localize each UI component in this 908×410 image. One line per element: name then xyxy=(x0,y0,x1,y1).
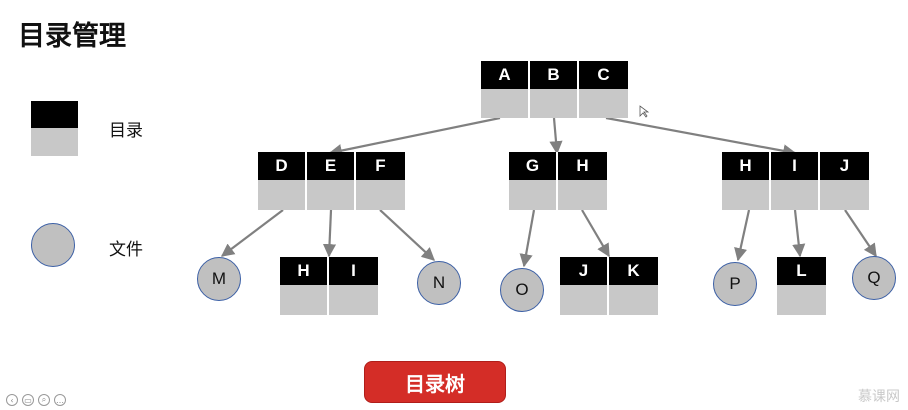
directory-node-gh: G H xyxy=(509,152,607,210)
hi-body-i xyxy=(329,285,378,315)
jk-cell-j: J xyxy=(560,257,609,285)
edge-hij-to-l xyxy=(792,209,806,258)
edge-def-to-hi xyxy=(322,209,337,258)
hij-body-j xyxy=(820,180,869,210)
directory-node-def: D E F xyxy=(258,152,405,210)
hij-cell-h: H xyxy=(722,152,771,180)
hi-cell-h: H xyxy=(280,257,329,285)
file-node-m: M xyxy=(197,257,241,301)
file-node-n: N xyxy=(417,261,461,305)
edge-hij-to-q xyxy=(844,209,877,258)
file-node-o: O xyxy=(500,268,544,312)
root-body-c xyxy=(579,89,628,118)
slides-icon[interactable]: ▭ xyxy=(22,394,34,406)
directory-node-hi: H I xyxy=(280,257,378,315)
hi-body-h xyxy=(280,285,329,315)
directory-node-l: L xyxy=(777,257,826,315)
hij-cell-i: I xyxy=(771,152,820,180)
gh-cell-g: G xyxy=(509,152,558,180)
edge-gh-to-jk xyxy=(581,209,610,258)
gh-body-g xyxy=(509,180,558,210)
slide-player-controls: ‹ ▭ ⌕ … xyxy=(6,394,66,406)
def-body-e xyxy=(307,180,356,210)
hi-cell-i: I xyxy=(329,257,378,285)
gh-body-h xyxy=(558,180,607,210)
directory-node-jk: J K xyxy=(560,257,658,315)
watermark-logo: 慕课网 xyxy=(858,389,900,405)
edge-def-to-m xyxy=(220,209,284,257)
root-cell-a: A xyxy=(481,61,530,89)
jk-cell-k: K xyxy=(609,257,658,285)
directory-node-hij: H I J xyxy=(722,152,869,210)
root-body-a xyxy=(481,89,530,118)
def-cell-d: D xyxy=(258,152,307,180)
jk-body-k xyxy=(609,285,658,315)
more-icon[interactable]: … xyxy=(54,394,66,406)
def-body-d xyxy=(258,180,307,210)
edge-hij-to-p xyxy=(734,209,751,262)
directory-node-root: A B C xyxy=(481,61,628,118)
file-node-q: Q xyxy=(852,256,896,300)
def-body-f xyxy=(356,180,405,210)
directory-tree-button[interactable]: 目录树 xyxy=(364,361,506,403)
hij-body-i xyxy=(771,180,820,210)
edge-root-to-gh xyxy=(549,117,563,155)
def-cell-f: F xyxy=(356,152,405,180)
edge-gh-to-o xyxy=(519,209,536,268)
edge-root-to-hij xyxy=(605,116,797,158)
zoom-icon[interactable]: ⌕ xyxy=(38,394,50,406)
prev-icon[interactable]: ‹ xyxy=(6,394,18,406)
def-cell-e: E xyxy=(307,152,356,180)
l-cell-l: L xyxy=(777,257,826,285)
mouse-cursor-icon xyxy=(639,105,650,118)
l-body-l xyxy=(777,285,826,315)
edge-root-to-def xyxy=(328,116,501,158)
file-node-p: P xyxy=(713,262,757,306)
root-cell-c: C xyxy=(579,61,628,89)
hij-body-h xyxy=(722,180,771,210)
hij-cell-j: J xyxy=(820,152,869,180)
edge-def-to-n xyxy=(379,209,435,261)
root-cell-b: B xyxy=(530,61,579,89)
jk-body-j xyxy=(560,285,609,315)
gh-cell-h: H xyxy=(558,152,607,180)
root-body-b xyxy=(530,89,579,118)
